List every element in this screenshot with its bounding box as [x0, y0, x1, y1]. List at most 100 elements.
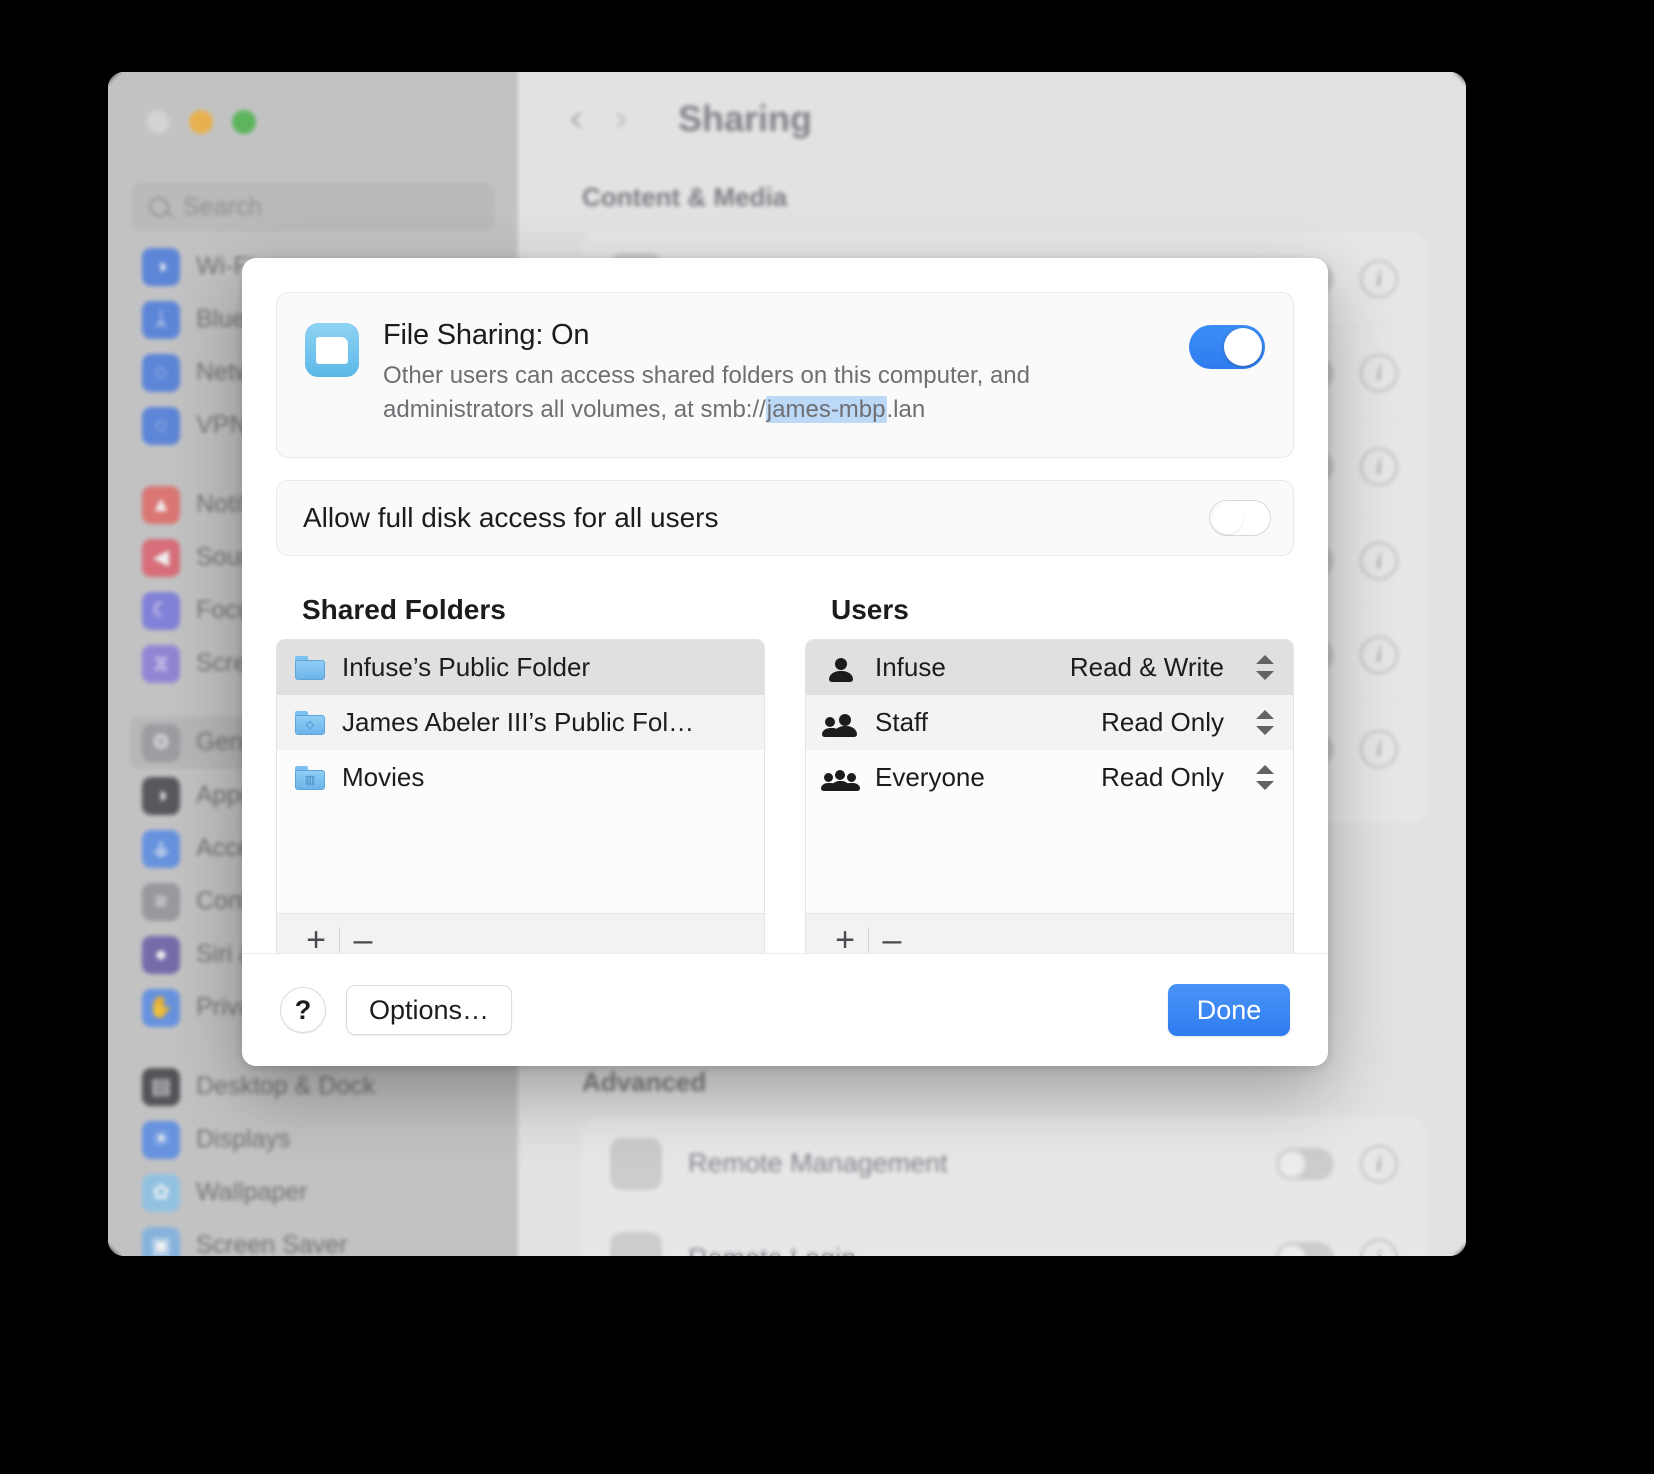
info-icon[interactable]: i — [1360, 541, 1398, 580]
file-sharing-hostname[interactable]: james-mbp — [765, 396, 887, 424]
three-people-icon — [821, 764, 860, 792]
hand-icon: ✋ — [142, 988, 180, 1027]
toggle-knob — [1224, 328, 1262, 366]
user-permission-value: Read & Write — [1069, 652, 1224, 683]
sidebar-item-wallpaper[interactable]: ✿ Wallpaper — [130, 1166, 496, 1219]
users-column: Users Infuse Read & Write Staff Read Only Ev… — [805, 594, 1294, 967]
settings-row-toggle[interactable] — [1276, 1242, 1334, 1256]
sidebar-group: ▤ Desktop & Dock ☀ Displays ✿ Wallpaper ▣ Scree… — [130, 1060, 496, 1256]
shared-folders-title: Shared Folders — [302, 594, 506, 626]
full-disk-access-panel: Allow full disk access for all users — [276, 480, 1294, 557]
bluetooth-icon: ᛦ — [142, 300, 180, 339]
vpn-globe-icon: ◌ — [142, 406, 180, 445]
file-sharing-description-suffix: .lan — [886, 396, 926, 424]
info-icon[interactable]: i — [1360, 1144, 1398, 1183]
shared-folder-name: James Abeler III’s Public Fol… — [342, 707, 695, 738]
info-icon[interactable]: i — [1360, 1239, 1398, 1256]
user-name: Everyone — [875, 762, 985, 793]
user-row[interactable]: Everyone Read Only — [806, 750, 1293, 806]
user-row[interactable]: Infuse Read & Write — [806, 640, 1293, 696]
sidebar-item-label: Desktop & Dock — [196, 1072, 376, 1100]
siri-icon: ● — [142, 935, 180, 974]
shared-folder-row[interactable]: ▥ Movies — [277, 750, 764, 806]
info-icon[interactable]: i — [1360, 730, 1398, 768]
desktop-dock-icon: ▤ — [142, 1067, 180, 1106]
close-window-button[interactable] — [146, 110, 170, 134]
info-icon[interactable]: i — [1360, 259, 1398, 298]
users-title: Users — [831, 594, 909, 626]
moon-icon: ☾ — [142, 591, 180, 630]
settings-row-label: Remote Login — [688, 1243, 1250, 1257]
users-list: Infuse Read & Write Staff Read Only Everyone… — [805, 639, 1294, 967]
file-sharing-sheet: File Sharing: On Other users can access … — [242, 258, 1328, 1066]
section-heading-content-media: Content & Media — [582, 182, 788, 212]
contrast-icon: ◑ — [142, 776, 180, 815]
folder-movies-icon: ▥ — [295, 765, 325, 790]
wallpaper-icon: ✿ — [142, 1173, 180, 1212]
settings-row[interactable]: Remote Management i — [582, 1117, 1426, 1211]
detail-navigation: ‹ › Sharing — [568, 96, 812, 142]
info-icon[interactable]: i — [1360, 635, 1398, 674]
window-traffic-lights[interactable] — [146, 110, 256, 134]
permission-stepper[interactable] — [1255, 704, 1275, 742]
sidebar-item-label: Wallpaper — [196, 1178, 308, 1206]
info-icon[interactable]: i — [1360, 447, 1398, 486]
shared-folders-column: Shared Folders Infuse’s Public Folder ◇ Ja… — [276, 594, 765, 967]
hourglass-icon: ⧖ — [142, 644, 180, 683]
search-input[interactable]: Search — [131, 182, 495, 232]
full-disk-access-toggle[interactable] — [1209, 500, 1271, 537]
shared-folder-row[interactable]: Infuse’s Public Folder — [277, 640, 764, 696]
sheet-body: File Sharing: On Other users can access … — [242, 258, 1328, 967]
shared-folders-rows: Infuse’s Public Folder ◇ James Abeler III’… — [277, 640, 764, 913]
binoculars-icon — [610, 1137, 662, 1190]
full-disk-access-label: Allow full disk access for all users — [303, 502, 719, 534]
file-sharing-title: File Sharing: On — [383, 319, 590, 351]
shared-folder-name: Infuse’s Public Folder — [342, 652, 591, 683]
section-heading-advanced: Advanced — [582, 1067, 707, 1097]
folder-icon — [295, 655, 325, 680]
speaker-icon: ◀ — [142, 538, 180, 577]
settings-row-toggle[interactable] — [1276, 1147, 1334, 1180]
shared-folders-list: Infuse’s Public Folder ◇ James Abeler III’… — [276, 639, 765, 967]
wifi-icon: ◑ — [142, 247, 180, 286]
lists-region: Shared Folders Infuse’s Public Folder ◇ Ja… — [276, 594, 1294, 967]
bell-icon: ▲ — [142, 485, 180, 524]
screenshot-root: Search ◑Wi-FiᛦBluetooth◌Network◌VPN▲Noti… — [0, 0, 1654, 1474]
file-sharing-toggle[interactable] — [1189, 325, 1265, 369]
options-button[interactable]: Options… — [346, 985, 513, 1035]
info-icon[interactable]: i — [1360, 353, 1398, 392]
user-name: Staff — [875, 707, 929, 738]
zoom-window-button[interactable] — [232, 110, 256, 134]
toggle-knob — [1212, 503, 1243, 535]
sidebar-item-displays[interactable]: ☀ Displays — [130, 1113, 496, 1166]
sidebar-item-label: VPN — [196, 411, 248, 439]
back-chevron-icon[interactable]: ‹ — [568, 96, 584, 142]
help-button[interactable]: ? — [280, 987, 326, 1033]
search-icon — [149, 197, 169, 217]
sidebar-item-desktop-dock[interactable]: ▤ Desktop & Dock — [130, 1060, 496, 1113]
user-row[interactable]: Staff Read Only — [806, 695, 1293, 751]
settings-row[interactable]: Remote Login i — [582, 1211, 1426, 1256]
screensaver-icon: ▣ — [142, 1226, 180, 1256]
person-icon — [824, 654, 858, 682]
remote-login-icon — [610, 1232, 662, 1256]
page-title: Sharing — [678, 98, 813, 139]
forward-chevron-icon[interactable]: › — [614, 96, 630, 142]
minimize-window-button[interactable] — [189, 110, 213, 134]
sheet-footer: ? Options… Done — [242, 953, 1328, 1066]
done-button[interactable]: Done — [1168, 984, 1290, 1036]
folder-app-icon — [305, 323, 359, 377]
sliders-icon: ≡ — [142, 882, 180, 921]
user-name: Infuse — [875, 652, 946, 683]
file-sharing-description: Other users can access shared folders on… — [383, 359, 1145, 427]
user-permission-value: Read Only — [1101, 762, 1224, 793]
sidebar-item-label: Displays — [196, 1125, 291, 1153]
globe-icon: ◌ — [142, 353, 180, 392]
permission-stepper[interactable] — [1255, 759, 1275, 797]
shared-folder-row[interactable]: ◇ James Abeler III’s Public Fol… — [277, 695, 764, 751]
sidebar-item-screen-saver[interactable]: ▣ Screen Saver — [130, 1219, 496, 1256]
users-rows: Infuse Read & Write Staff Read Only Everyone… — [806, 640, 1293, 913]
accessibility-icon: ⚶ — [142, 829, 180, 868]
permission-stepper[interactable] — [1255, 649, 1275, 687]
advanced-card: Remote Management i Remote Login i — [582, 1117, 1426, 1256]
